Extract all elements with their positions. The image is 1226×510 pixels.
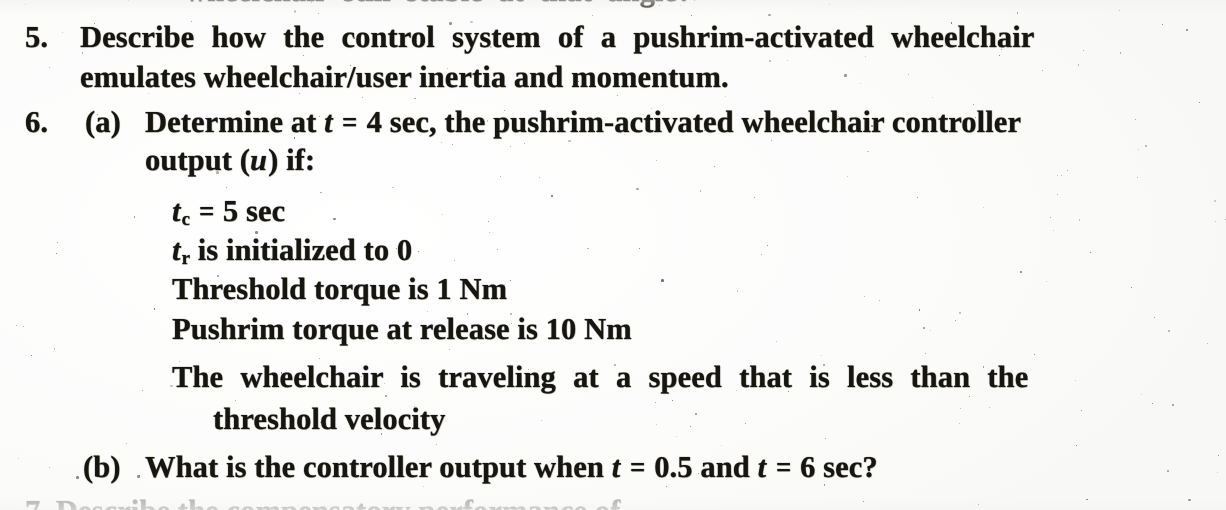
- condition-tc-equals: =: [198, 194, 215, 228]
- item-6a-equals: =: [342, 105, 358, 139]
- item-5-line-1: Describe how the control system of a pus…: [80, 20, 1035, 54]
- item-6-number: 6.: [25, 105, 49, 139]
- item-6b-pre: What is the controller output when: [145, 450, 612, 484]
- item-5-line-2: emulates wheelchair/user inertia and mom…: [80, 60, 729, 94]
- condition-velocity-line-1: The wheelchair is traveling at a speed t…: [172, 360, 1029, 394]
- condition-threshold-torque: Threshold torque is 1 Nm: [172, 272, 508, 306]
- condition-pushrim-torque: Pushrim torque at release is 10 Nm: [172, 312, 632, 346]
- condition-tr-subscript: r: [181, 248, 190, 270]
- item-6b-variable-t-1: t: [611, 450, 621, 484]
- item-6a-line-1: Determine at t = 4 sec, the pushrim-acti…: [145, 107, 1021, 138]
- item-6b-equals-1: =: [630, 450, 646, 484]
- condition-tr-variable: t: [172, 233, 181, 267]
- item-6b-label: (b): [83, 450, 121, 484]
- item-6b-variable-t-2: t: [757, 450, 767, 484]
- clipped-top-line-text: wheelchair still stable at that angle?: [185, 0, 693, 7]
- text-block: 5. Describe how the control system of a …: [0, 0, 1226, 510]
- item-6a-line-1-pre: Determine at: [145, 105, 325, 139]
- clipped-bottom-line-region: 7. Describe the compensatory performance…: [0, 497, 1226, 510]
- item-6a-line-2-pre: output (: [145, 143, 251, 177]
- clipped-top-line-region: wheelchair still stable at that angle?: [0, 0, 1226, 9]
- scanned-page: wheelchair still stable at that angle? 5…: [0, 0, 1226, 510]
- item-6b-post: 6 sec?: [792, 450, 878, 484]
- item-5-number: 5.: [25, 20, 49, 54]
- item-6a-variable-t: t: [324, 105, 333, 139]
- item-6b-line: What is the controller output when t = 0…: [145, 452, 878, 483]
- condition-tr-value: is initialized to 0: [189, 233, 413, 267]
- item-6a-line-2-post: ) if:: [268, 143, 316, 177]
- condition-tc: tc = 5 sec: [172, 196, 285, 230]
- item-6a-line-1-post: 4 sec, the pushrim-activated wheelchair …: [358, 105, 1022, 139]
- item-6a-line-2: output (u) if:: [145, 145, 315, 176]
- condition-tr: tr is initialized to 0: [172, 235, 412, 269]
- item-6a-variable-u: u: [250, 143, 268, 177]
- item-6a-label: (a): [85, 105, 121, 139]
- condition-tc-subscript: c: [181, 209, 190, 231]
- condition-velocity-line-2: threshold velocity: [213, 402, 446, 436]
- condition-tc-value: 5 sec: [215, 194, 286, 228]
- condition-tc-variable: t: [172, 194, 181, 228]
- clipped-bottom-line-text: 7. Describe the compensatory performance…: [25, 497, 621, 510]
- item-6b-equals-2: =: [775, 450, 792, 484]
- item-6b-mid: 0.5 and: [646, 450, 758, 484]
